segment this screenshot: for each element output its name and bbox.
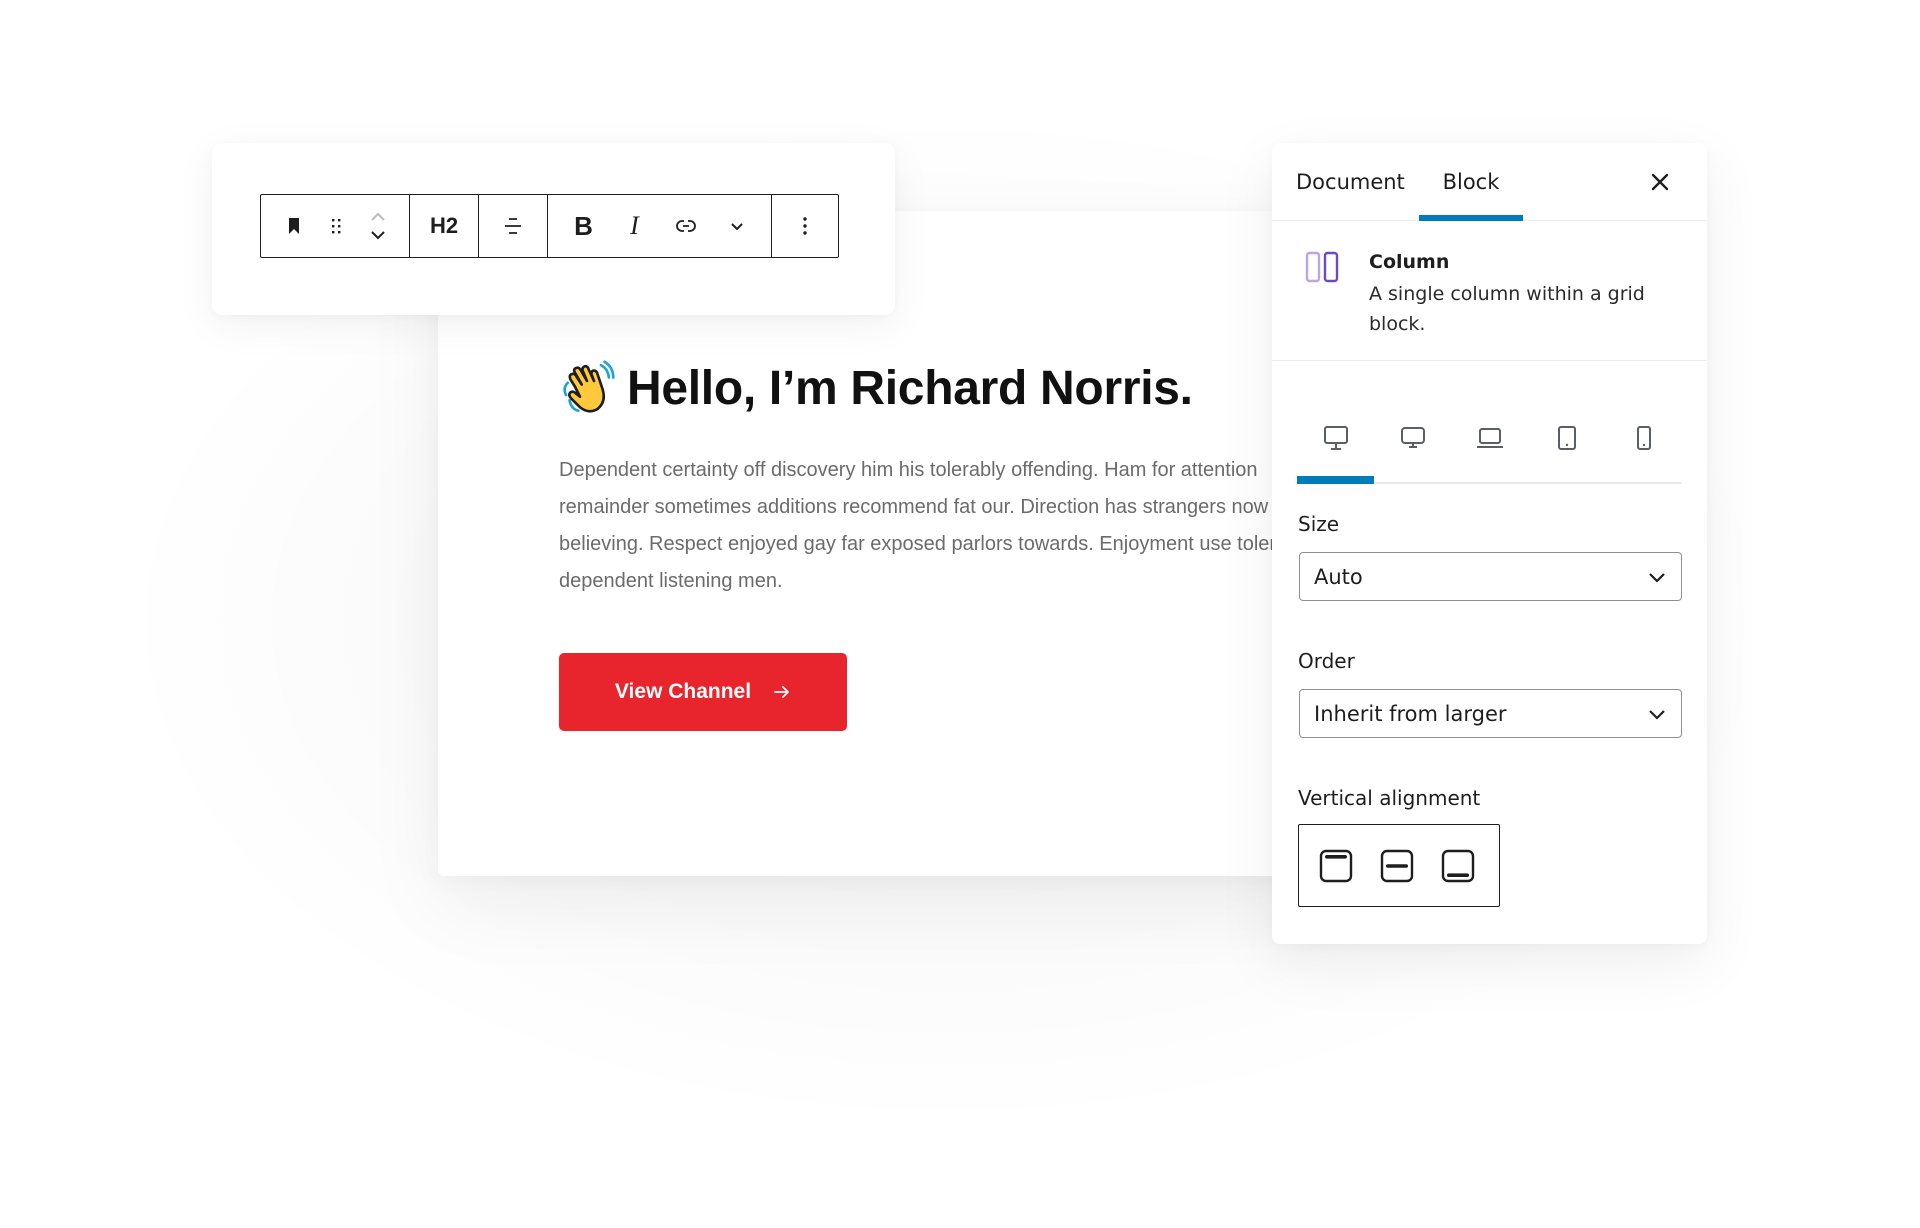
toolbar-group-heading: H2	[410, 195, 479, 257]
size-select-value: Auto	[1314, 564, 1363, 589]
toolbar-group-block	[261, 195, 410, 257]
align-bottom-icon	[1441, 849, 1475, 882]
device-tab-tablet[interactable]	[1528, 408, 1605, 482]
link-button[interactable]	[660, 195, 711, 257]
mobile-icon	[1636, 426, 1651, 450]
toolbar-group-align	[479, 195, 548, 257]
block-type-button[interactable]	[273, 195, 315, 257]
align-top-icon	[1319, 849, 1353, 882]
device-tab-desktop-large[interactable]	[1297, 408, 1374, 484]
arrow-right-icon	[774, 686, 789, 698]
tab-block[interactable]: Block	[1419, 143, 1523, 221]
align-center-icon	[505, 218, 521, 234]
block-description: A single column within a grid block.	[1369, 283, 1645, 335]
page-heading[interactable]: Hello, I’m Richard Norris.	[559, 356, 1319, 420]
align-middle-icon	[1380, 849, 1414, 882]
size-label: Size	[1298, 512, 1340, 536]
block-card-text: Column A single column within a grid blo…	[1369, 251, 1669, 360]
move-buttons	[357, 195, 399, 257]
toolbar-group-options	[772, 195, 838, 257]
align-top-button[interactable]	[1319, 849, 1353, 883]
move-up-icon[interactable]	[366, 211, 390, 223]
italic-label: I	[630, 211, 639, 240]
device-tab-mobile[interactable]	[1605, 408, 1682, 482]
move-down-icon[interactable]	[366, 229, 390, 241]
desktop-icon	[1400, 427, 1425, 448]
block-toolbar-card: H2 B I	[212, 143, 895, 315]
device-tab-laptop[interactable]	[1451, 408, 1528, 482]
block-settings-panel: Document Block Column A single column wi…	[1272, 143, 1707, 944]
order-label: Order	[1298, 649, 1355, 673]
heading-level-button[interactable]: H2	[423, 195, 465, 257]
more-vertical-icon	[803, 217, 807, 235]
tablet-icon	[1557, 426, 1576, 450]
laptop-icon	[1476, 428, 1503, 448]
order-select[interactable]: Inherit from larger	[1299, 689, 1682, 738]
block-name: Column	[1369, 251, 1450, 273]
italic-button[interactable]: I	[609, 195, 660, 257]
tab-document[interactable]: Document	[1296, 143, 1405, 220]
view-channel-button[interactable]: View Channel	[559, 653, 847, 731]
vertical-alignment-label: Vertical alignment	[1298, 786, 1481, 810]
hero-section: Hello, I’m Richard Norris. Dependent cer…	[559, 356, 1319, 620]
waving-hand-icon	[563, 360, 615, 413]
align-bottom-button[interactable]	[1441, 849, 1475, 883]
align-center-button[interactable]	[1380, 849, 1414, 883]
heading-level-label: H2	[429, 213, 459, 238]
chevron-down-icon	[1649, 573, 1665, 583]
view-channel-label: View Channel	[614, 680, 752, 703]
device-tabs	[1297, 408, 1682, 484]
desktop-large-icon	[1323, 426, 1348, 450]
device-tab-desktop[interactable]	[1374, 408, 1451, 482]
close-panel-button[interactable]	[1647, 169, 1673, 195]
drag-handle-icon	[332, 219, 341, 234]
intro-paragraph: Dependent certainty off discovery him hi…	[559, 459, 1313, 592]
drag-handle[interactable]	[315, 195, 357, 257]
vertical-alignment-group	[1298, 824, 1500, 907]
bold-label: B	[574, 210, 593, 241]
chevron-down-icon	[1649, 710, 1665, 720]
close-icon	[1651, 173, 1669, 191]
block-card: Column A single column within a grid blo…	[1272, 221, 1707, 361]
align-button[interactable]	[492, 195, 534, 257]
bold-button[interactable]: B	[558, 195, 609, 257]
chevron-down-icon	[730, 223, 743, 231]
link-icon	[675, 220, 696, 232]
size-select[interactable]: Auto	[1299, 552, 1682, 601]
more-formats-button[interactable]	[711, 195, 762, 257]
column-icon	[1305, 251, 1339, 283]
options-button[interactable]	[784, 195, 826, 257]
page-heading-text: Hello, I’m Richard Norris.	[627, 361, 1193, 415]
bookmark-icon	[289, 218, 299, 234]
panel-header: Document Block	[1272, 143, 1707, 221]
order-select-value: Inherit from larger	[1314, 701, 1507, 726]
block-toolbar: H2 B I	[260, 194, 839, 258]
toolbar-group-format: B I	[548, 195, 772, 257]
